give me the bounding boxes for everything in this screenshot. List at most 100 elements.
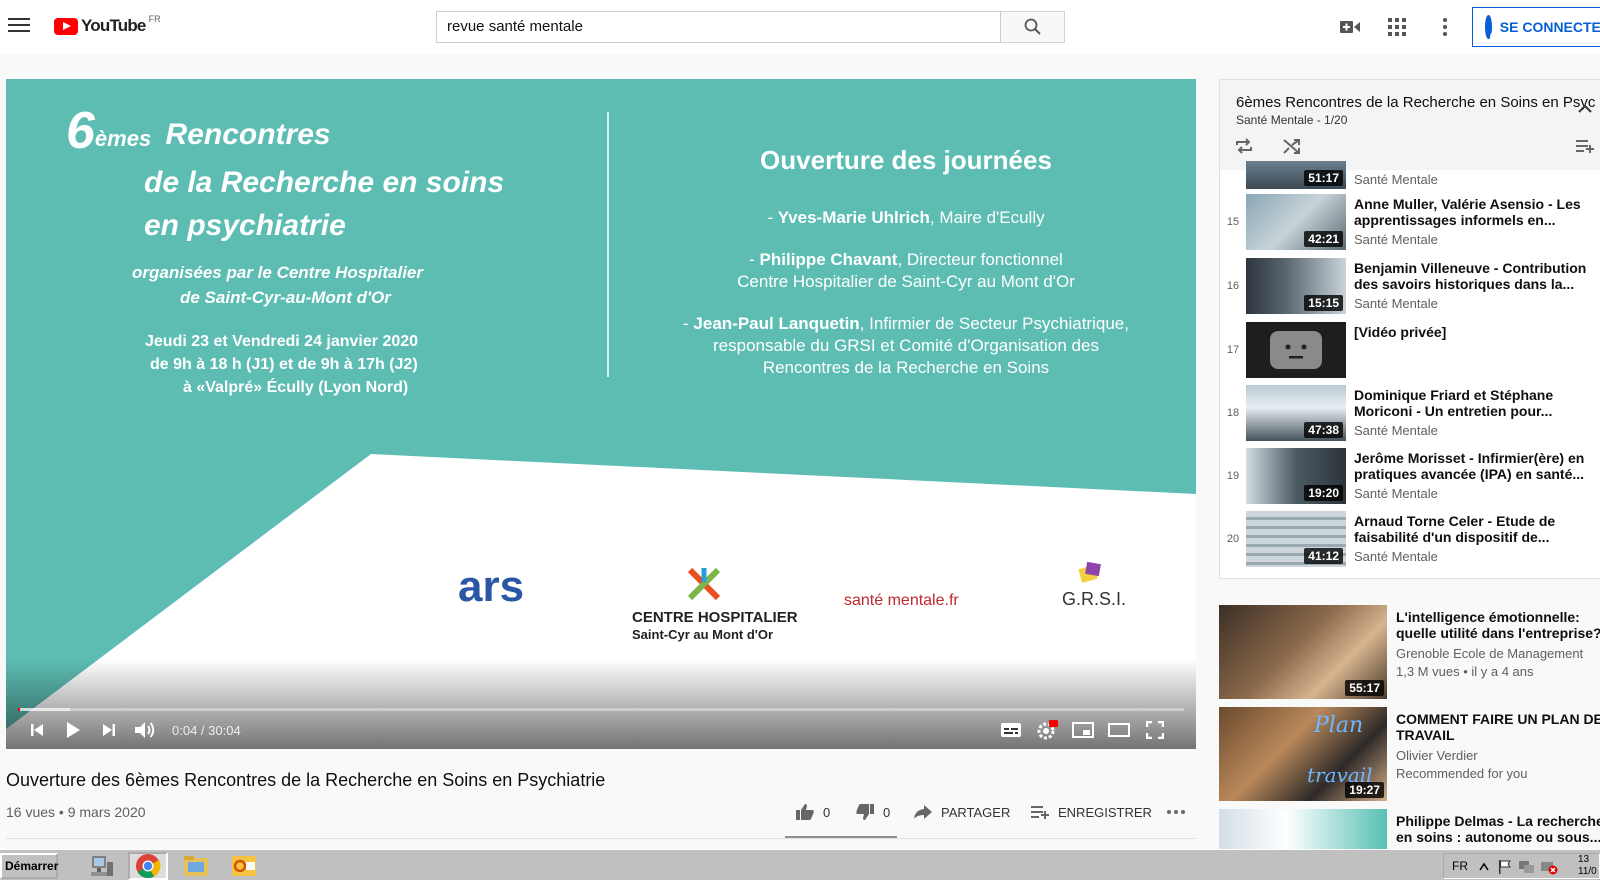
grsi-logo: G.R.S.I.	[1062, 589, 1127, 609]
recommended-title: Philippe Delmas - La recherche en soins …	[1396, 813, 1600, 845]
duration-badge: 47:38	[1304, 422, 1343, 438]
taskbar-app-outlook[interactable]	[224, 852, 264, 880]
flag-icon[interactable]	[1497, 859, 1513, 875]
recommended-video[interactable]: 55:17 L'intelligence émotionnelle: quell…	[1219, 605, 1600, 701]
save-playlist-icon[interactable]	[1575, 138, 1595, 154]
start-button[interactable]: Démarrer	[0, 853, 58, 879]
playlist-item-number: 15	[1226, 216, 1240, 228]
signin-label: SE CONNECTER	[1499, 19, 1600, 35]
share-label: PARTAGER	[941, 804, 1011, 820]
save-button[interactable]: ENREGISTRER	[1030, 800, 1152, 824]
playlist-item[interactable]: 19 19:20 Jerôme Morisset - Infirmier(ère…	[1220, 446, 1600, 508]
more-horizontal-icon	[1167, 810, 1185, 814]
playlist-item-number: 20	[1226, 533, 1240, 545]
next-button[interactable]	[94, 718, 124, 742]
playlist-header: 6èmes Rencontres de la Recherche en Soin…	[1220, 80, 1600, 170]
playlist-item-title: Anne Muller, Valérie Asensio - Les appre…	[1354, 196, 1581, 228]
network-tray-icon[interactable]	[1518, 859, 1536, 875]
playlist-item-title: Benjamin Villeneuve - Contribution des s…	[1354, 260, 1587, 292]
create-video-icon[interactable]	[1339, 16, 1361, 38]
playlist-item-channel: Santé Mentale	[1354, 232, 1438, 247]
taskbar-app-network[interactable]	[82, 852, 122, 880]
language-indicator[interactable]: FR	[1452, 859, 1468, 873]
fullscreen-button[interactable]	[1140, 718, 1170, 742]
clock-time: 13	[1578, 854, 1590, 865]
signin-button[interactable]: SE CONNECTER	[1472, 7, 1600, 47]
video-meta: 16 vues • 9 mars 2020	[6, 804, 146, 820]
playlist-title[interactable]: 6èmes Rencontres de la Recherche en Soin…	[1236, 94, 1595, 111]
recommended-video[interactable]: Plan travail 19:27 COMMENT FAIRE UN PLAN…	[1219, 707, 1600, 803]
subtitles-button[interactable]	[996, 718, 1026, 742]
ars-logo: ars	[458, 562, 525, 611]
hamburger-menu-icon[interactable]	[8, 14, 30, 36]
chevron-up-icon[interactable]	[1578, 104, 1592, 114]
mute-button[interactable]	[130, 718, 160, 742]
recommended-thumbnail: Plan travail 19:27	[1219, 707, 1387, 801]
progress-bar[interactable]	[18, 708, 1184, 711]
playlist-item[interactable]: 18 47:38 Dominique Friard et Stéphane Mo…	[1220, 383, 1600, 445]
theater-icon	[1108, 723, 1130, 737]
volume-icon	[135, 722, 155, 738]
fullscreen-icon	[1146, 721, 1164, 739]
recommended-video[interactable]: Philippe Delmas - La recherche en soins …	[1219, 809, 1600, 849]
recommended-thumbnail	[1219, 809, 1387, 849]
slide-title-line3: en psychiatrie	[144, 209, 346, 242]
slide-title: 6èmes Rencontres	[66, 102, 331, 160]
play-button[interactable]	[58, 718, 88, 742]
previous-button[interactable]	[22, 718, 52, 742]
slide-dates-1: Jeudi 23 et Vendredi 24 janvier 2020	[145, 333, 419, 350]
taskbar-app-chrome[interactable]	[128, 852, 168, 880]
search-input[interactable]: revue santé mentale	[436, 11, 1001, 43]
previous-icon	[31, 724, 43, 736]
miniplayer-button[interactable]	[1068, 718, 1098, 742]
playlist-item-title: Jerôme Morisset - Infirmier(ère) en prat…	[1354, 450, 1585, 482]
slide-divider	[607, 112, 609, 377]
playlist-thumbnail: 42:21	[1246, 194, 1346, 250]
playlist-item[interactable]: 20 41:12 Arnaud Torne Celer - Etude de f…	[1220, 509, 1600, 571]
search-button[interactable]	[1001, 11, 1065, 43]
loop-icon[interactable]	[1234, 137, 1254, 155]
video-player[interactable]: 6èmes Rencontres de la Recherche en soin…	[6, 79, 1196, 749]
progress-buffered	[18, 708, 71, 711]
thumbs-down-icon	[856, 804, 874, 820]
slide-dates-2: de 9h à 18 h (J1) et de 9h à 17h (J2)	[150, 356, 418, 373]
playlist-item[interactable]: 16 15:15 Benjamin Villeneuve - Contribut…	[1220, 256, 1600, 318]
more-actions-button[interactable]	[1166, 800, 1186, 824]
youtube-logo[interactable]: YouTube FR	[54, 14, 161, 36]
playlist-item[interactable]: 15 42:21 Anne Muller, Valérie Asensio - …	[1220, 192, 1600, 254]
dislike-button[interactable]: 0	[855, 800, 890, 824]
playlist-item-number: 16	[1226, 280, 1240, 292]
playlist-thumbnail: 51:17	[1246, 161, 1346, 189]
chrome-icon	[136, 854, 161, 879]
theater-mode-button[interactable]	[1104, 718, 1134, 742]
playlist-item-title: Dominique Friard et Stéphane Moriconi - …	[1354, 387, 1554, 419]
duration-badge: 19:20	[1304, 485, 1343, 501]
duration-badge: 51:17	[1304, 170, 1343, 186]
private-video-icon	[1270, 331, 1322, 369]
playlist-subtitle[interactable]: Santé Mentale - 1/20	[1236, 113, 1347, 127]
playlist-item-title: [Vidéo privée]	[1354, 324, 1447, 340]
playlist-thumbnail	[1246, 322, 1346, 378]
playlist-thumbnail: 19:20	[1246, 448, 1346, 504]
slide-speaker-2: - Philippe Chavant, Directeur fonctionne…	[737, 250, 1075, 291]
share-icon	[914, 805, 932, 819]
thumbnail-text-plan: Plan	[1314, 713, 1364, 738]
playlist-thumbnail: 41:12	[1246, 511, 1346, 567]
share-button[interactable]: PARTAGER	[913, 800, 1010, 824]
shuffle-icon[interactable]	[1282, 137, 1302, 155]
tray-expand-icon[interactable]	[1478, 862, 1490, 872]
search-icon	[1024, 18, 1041, 35]
playlist-item-private[interactable]: 17 [Vidéo privée]	[1220, 320, 1600, 382]
more-vertical-icon[interactable]	[1434, 16, 1456, 38]
playlist-item-number: 19	[1226, 470, 1240, 482]
like-button[interactable]: 0	[795, 800, 830, 824]
slide-speaker-3: - Jean-Paul Lanquetin, Infirmier de Sect…	[683, 314, 1129, 377]
playlist-item-number: 18	[1226, 407, 1240, 419]
recommended-thumbnail: 55:17	[1219, 605, 1387, 699]
taskbar-clock[interactable]: 13 11/0	[1578, 854, 1597, 878]
taskbar-app-explorer[interactable]	[176, 852, 216, 880]
network-computer-icon	[91, 856, 113, 876]
alert-tray-icon[interactable]	[1540, 859, 1558, 875]
apps-grid-icon[interactable]	[1386, 16, 1408, 38]
settings-button[interactable]	[1032, 718, 1062, 742]
